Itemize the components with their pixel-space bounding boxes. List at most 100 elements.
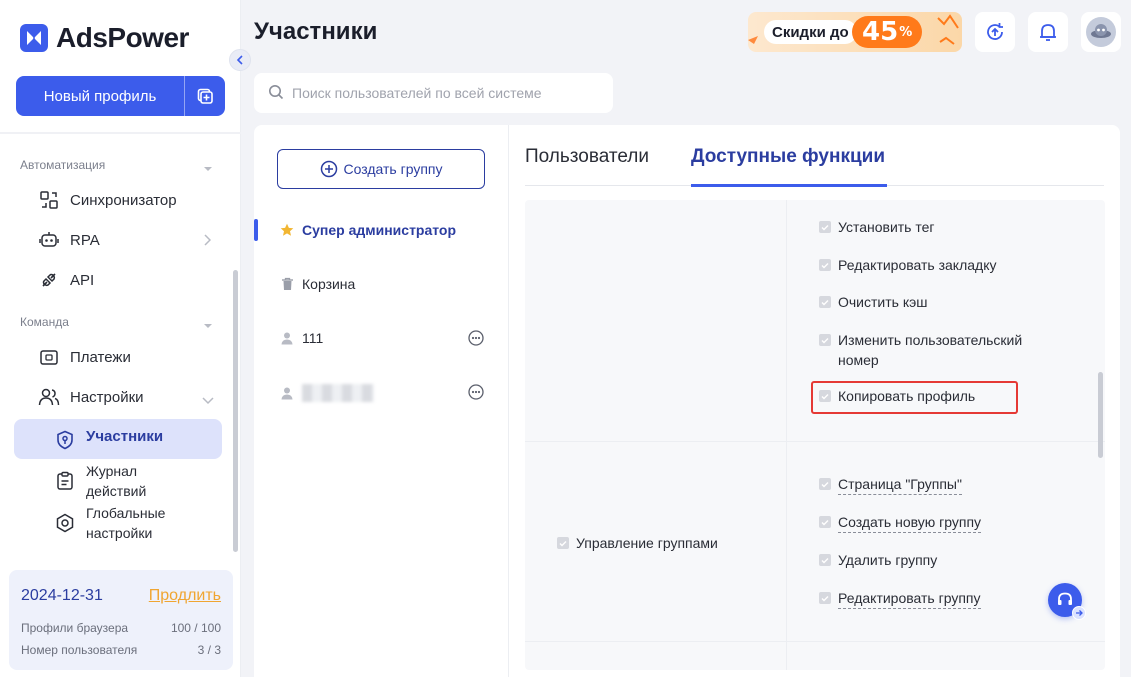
table-column-divider (786, 200, 787, 670)
permissions-table: Установить тег Редактировать закладку Оч… (525, 200, 1105, 670)
app-logo[interactable]: AdsPower (20, 22, 189, 54)
star-icon (280, 223, 294, 237)
section-team[interactable]: Команда (20, 315, 69, 329)
headset-icon (1058, 592, 1072, 605)
plan-expiry-date: 2024-12-31 (21, 587, 103, 604)
section-automation[interactable]: Автоматизация (20, 158, 105, 172)
new-profile-button[interactable]: Новый профиль (16, 76, 225, 116)
support-button[interactable] (1048, 583, 1086, 620)
checkbox-checked-icon (819, 221, 831, 233)
adspower-logo-icon (20, 24, 48, 52)
tabs: Пользователи Доступные функции (525, 140, 1104, 187)
promo-discount-value: 45 (862, 17, 899, 47)
sidebar-scrollbar[interactable] (233, 270, 238, 552)
hexagon-settings-icon (54, 512, 76, 534)
search-input[interactable]: Поиск пользователей по всей системе (254, 73, 613, 113)
permissions-scrollbar[interactable] (1098, 372, 1103, 458)
more-options-icon[interactable] (468, 384, 484, 400)
sidebar-item-sync[interactable]: Синхронизатор (38, 185, 177, 215)
group-item-super-admin[interactable]: Супер администратор (280, 222, 456, 238)
checkbox-checked-icon (819, 259, 831, 271)
permission-checkbox[interactable]: Страница "Группы" (819, 474, 962, 495)
search-placeholder: Поиск пользователей по всей системе (292, 85, 542, 101)
permission-checkbox[interactable]: Установить тег (819, 217, 935, 237)
page-title: Участники (254, 18, 378, 45)
shield-key-icon (54, 429, 76, 451)
group-item-trash[interactable]: Корзина (280, 276, 355, 292)
group-label: Супер администратор (302, 222, 457, 238)
permission-checkbox[interactable]: Редактировать закладку (819, 255, 997, 275)
permission-checkbox[interactable]: Создать новую группу (819, 512, 982, 533)
sidebar-item-label: API (70, 271, 95, 289)
permission-category-groups[interactable]: Управление группами (557, 535, 718, 551)
plan-users-value: 3 / 3 (197, 643, 221, 657)
table-row-divider (525, 641, 1105, 642)
plus-circle-icon (320, 160, 338, 178)
group-item-111[interactable]: 111 (280, 330, 323, 346)
sidebar-item-payments[interactable]: Платежи (38, 342, 131, 372)
batch-add-profile-icon[interactable] (185, 76, 225, 116)
sidebar-item-label: RPA (70, 231, 100, 249)
api-plug-icon (38, 269, 60, 291)
permission-label: Создать новую группу (838, 512, 982, 533)
permission-label: Очистить кэш (838, 294, 928, 310)
permission-label: Страница "Группы" (838, 474, 962, 495)
chevron-down-icon[interactable] (202, 392, 214, 408)
permission-label: Удалить группу (838, 552, 938, 568)
create-group-button[interactable]: Создать группу (277, 149, 485, 189)
sidebar-item-label: Настройки (70, 388, 144, 406)
promo-banner[interactable]: Скидки до 45% (748, 12, 962, 52)
permission-checkbox[interactable]: Редактировать группу (819, 588, 981, 609)
tab-users[interactable]: Пользователи (525, 146, 649, 168)
checkbox-checked-icon (819, 592, 831, 604)
sidebar-subitem-global-settings[interactable]: Глобальные настройки (54, 503, 196, 543)
promo-discount-unit: % (899, 24, 913, 40)
update-button[interactable] (975, 12, 1015, 52)
clipboard-icon (54, 470, 76, 492)
avatar-button[interactable] (1081, 12, 1121, 52)
sidebar-item-label: Глобальные настройки (86, 505, 166, 541)
group-label: 111 (302, 330, 324, 346)
users-icon (38, 386, 60, 408)
permission-label: Редактировать закладку (838, 257, 997, 273)
caret-down-icon[interactable] (203, 317, 213, 333)
sidebar-item-api[interactable]: API (38, 265, 94, 295)
group-label: Корзина (302, 276, 356, 292)
sidebar-subitem-members[interactable]: Участники (54, 427, 196, 451)
user-icon (280, 332, 294, 345)
permission-checkbox[interactable]: Удалить группу (819, 550, 937, 570)
permission-checkbox[interactable]: Изменить пользовательский номер (819, 330, 1058, 370)
caret-down-icon[interactable] (203, 160, 213, 176)
checkbox-checked-icon (819, 296, 831, 308)
checkbox-checked-icon (557, 537, 569, 549)
bell-icon (1040, 24, 1056, 41)
robot-icon (38, 229, 60, 251)
active-tab-underline (691, 184, 887, 187)
sidebar: AdsPower Новый профиль Автоматизация Син… (0, 0, 241, 677)
refresh-upload-icon (987, 23, 1003, 40)
panel-divider (508, 125, 509, 677)
app-name: AdsPower (56, 22, 189, 53)
more-options-icon[interactable] (468, 330, 484, 346)
new-profile-label: Новый профиль (43, 87, 157, 105)
redacted-group-name (302, 384, 374, 402)
permission-category-label: Управление группами (576, 535, 718, 551)
sidebar-subitem-log[interactable]: Журнал действий (54, 461, 196, 501)
trash-icon (280, 277, 294, 291)
collapse-sidebar-button[interactable] (229, 49, 251, 71)
permission-checkbox[interactable]: Очистить кэш (819, 292, 928, 312)
plan-users-label: Номер пользователя (21, 643, 138, 657)
arrow-right-icon (1072, 606, 1086, 620)
plan-users-row: Номер пользователя 3 / 3 (21, 643, 221, 657)
sidebar-item-rpa[interactable]: RPA (38, 225, 100, 255)
notifications-button[interactable] (1028, 12, 1068, 52)
renew-link[interactable]: Продлить (149, 587, 221, 605)
tab-features[interactable]: Доступные функции (691, 146, 885, 168)
create-group-label: Создать группу (343, 161, 443, 177)
sidebar-item-settings[interactable]: Настройки (38, 382, 144, 412)
checkbox-checked-icon (819, 334, 831, 346)
checkbox-checked-icon (819, 516, 831, 528)
promo-discount: 45% (852, 16, 923, 48)
chevron-right-icon[interactable] (203, 233, 212, 249)
group-item-redacted[interactable] (280, 384, 374, 402)
